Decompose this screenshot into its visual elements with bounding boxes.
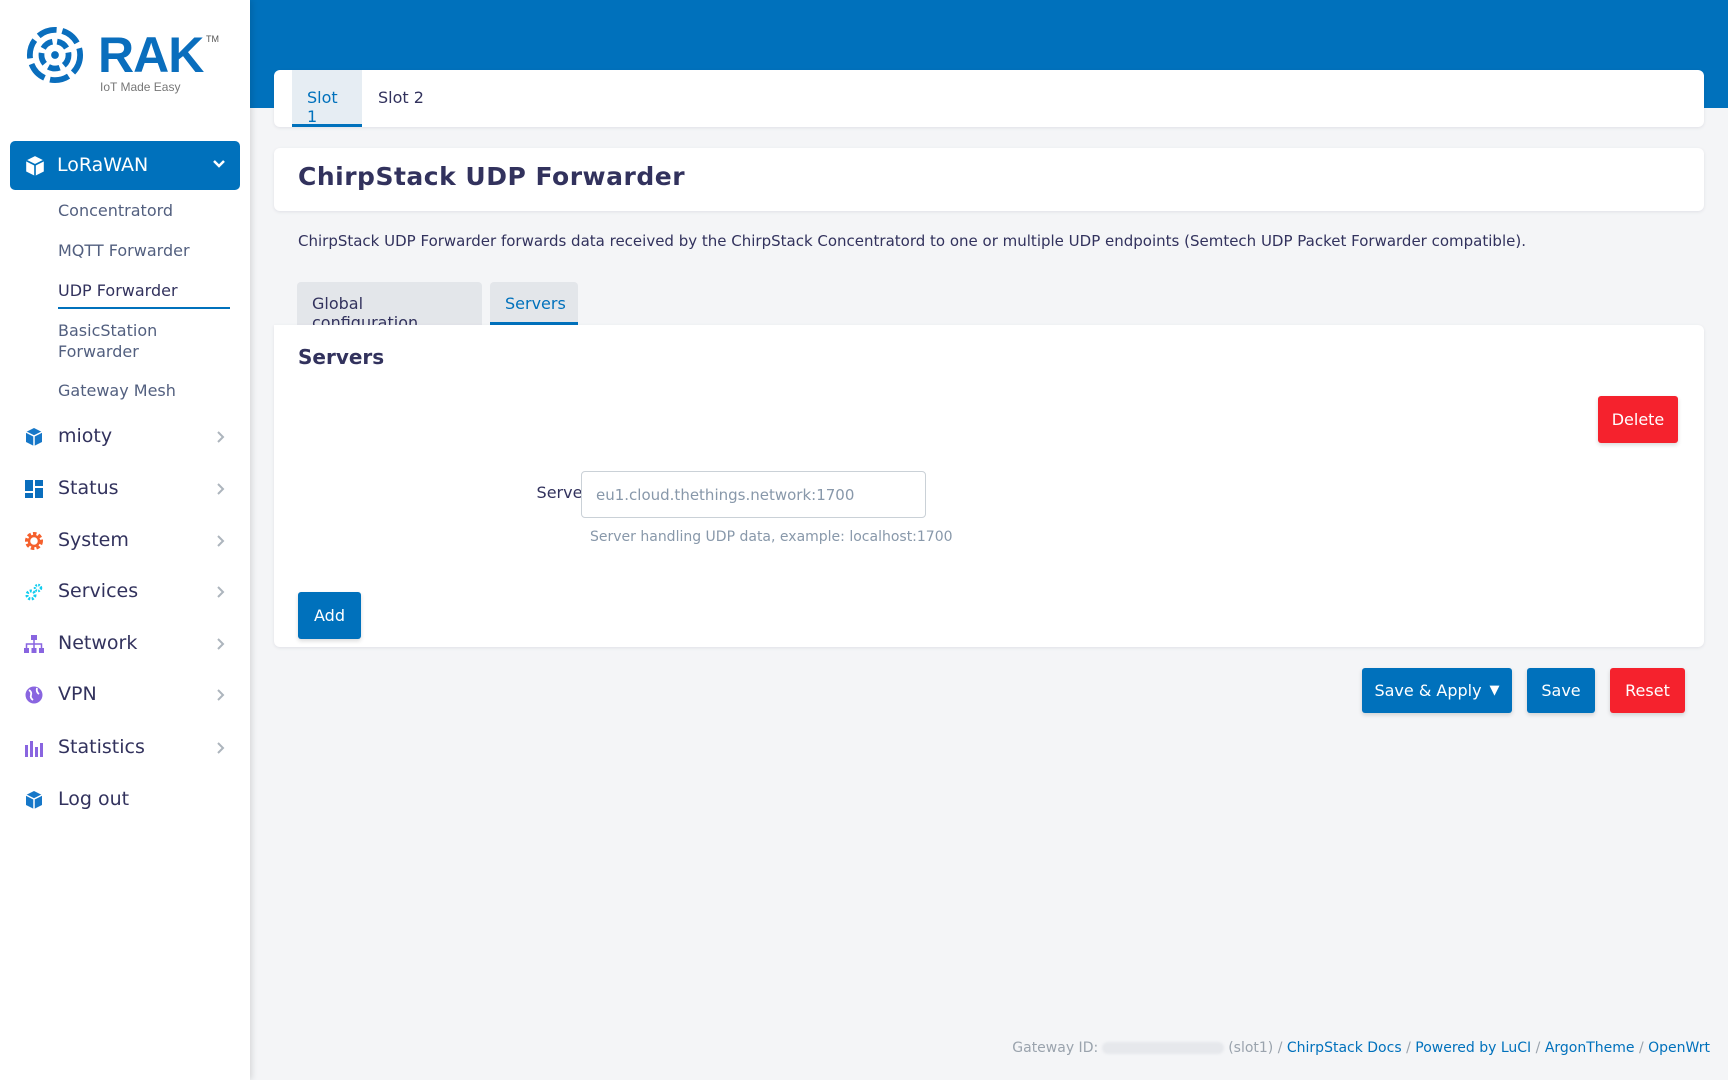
slot-suffix: (slot1) / <box>1228 1040 1283 1056</box>
sidebar-item-vpn[interactable]: VPN <box>0 675 250 715</box>
server-label: Server <box>536 483 589 502</box>
brand-tagline: IoT Made Easy <box>100 80 181 94</box>
chevron-right-icon <box>217 483 225 495</box>
sidebar-item-label: LoRaWAN <box>57 154 149 176</box>
chevron-right-icon <box>217 742 225 754</box>
save-button[interactable]: Save <box>1527 668 1595 713</box>
sidebar-item-statistics[interactable]: Statistics <box>0 728 250 768</box>
powered-by-luci-link[interactable]: Powered by LuCI <box>1415 1040 1531 1056</box>
chevron-right-icon <box>217 586 225 598</box>
sidebar-subitem-basicstation-forwarder[interactable]: BasicStation Forwarder <box>58 320 157 362</box>
footer-separator: / <box>1535 1040 1541 1056</box>
page-description: ChirpStack UDP Forwarder forwards data r… <box>298 232 1526 250</box>
gear-icon <box>25 532 43 550</box>
chevron-right-icon <box>217 535 225 547</box>
sidebar-subitem-mqtt-forwarder[interactable]: MQTT Forwarder <box>58 241 190 260</box>
sidebar-item-system[interactable]: System <box>0 521 250 561</box>
bar-chart-icon <box>25 741 43 757</box>
footer: Gateway ID: (slot1) / ChirpStack Docs / P… <box>1012 1040 1710 1056</box>
sidebar-item-label: mioty <box>58 425 113 447</box>
cube-icon <box>25 791 43 809</box>
servers-section: Servers Delete Server Server handling UD… <box>274 325 1704 647</box>
active-subitem-underline <box>58 307 230 309</box>
sidebar-subitem-udp-forwarder[interactable]: UDP Forwarder <box>58 281 178 300</box>
server-input[interactable] <box>581 471 926 518</box>
sidebar-subitem-concentratord[interactable]: Concentratord <box>58 201 173 220</box>
dashboard-icon <box>25 480 43 498</box>
chirpstack-docs-link[interactable]: ChirpStack Docs <box>1287 1040 1402 1056</box>
sitemap-icon <box>24 635 44 653</box>
sidebar-item-network[interactable]: Network <box>0 624 250 664</box>
brand-name: RAK <box>98 27 204 83</box>
sidebar-item-services[interactable]: Services <box>0 572 250 612</box>
sidebar-item-status[interactable]: Status <box>0 469 250 509</box>
delete-button[interactable]: Delete <box>1598 396 1678 443</box>
caret-down-icon: ▼ <box>1489 683 1500 698</box>
footer-separator: / <box>1638 1040 1644 1056</box>
sidebar-item-label: Statistics <box>58 736 145 758</box>
tab-slot-2[interactable]: Slot 2 <box>363 70 439 127</box>
sidebar-item-label: VPN <box>58 683 97 705</box>
chevron-down-icon <box>213 160 225 168</box>
tab-global-configuration[interactable]: Global configuration <box>297 282 482 332</box>
sidebar-item-label: Log out <box>58 788 130 810</box>
cogs-icon <box>25 583 43 601</box>
tab-slot-1[interactable]: Slot 1 <box>292 70 362 127</box>
cube-icon <box>25 428 43 446</box>
footer-separator: / <box>1406 1040 1411 1056</box>
cube-icon <box>25 156 45 176</box>
sidebar-item-lorawan[interactable]: LoRaWAN <box>10 141 240 190</box>
sidebar-item-label: Status <box>58 477 119 499</box>
sidebar-subitem-gateway-mesh[interactable]: Gateway Mesh <box>58 381 176 400</box>
openwrt-link[interactable]: OpenWrt <box>1648 1040 1710 1056</box>
slot-tabs: Slot 1 Slot 2 <box>274 70 1704 127</box>
chevron-right-icon <box>217 638 225 650</box>
save-apply-button[interactable]: Save & Apply ▼ <box>1362 668 1512 713</box>
sidebar: RAK TM IoT Made Easy LoRaWAN Concentrato… <box>0 0 250 1080</box>
gateway-id-label: Gateway ID: <box>1012 1040 1099 1056</box>
add-button[interactable]: Add <box>298 592 361 639</box>
page-title: ChirpStack UDP Forwarder <box>298 162 686 191</box>
sidebar-item-logout[interactable]: Log out <box>0 780 250 820</box>
server-help-text: Server handling UDP data, example: local… <box>590 529 953 545</box>
globe-icon <box>25 686 43 704</box>
sidebar-item-mioty[interactable]: mioty <box>0 417 250 457</box>
rak-logo[interactable]: RAK TM IoT Made Easy <box>26 26 226 96</box>
reset-button[interactable]: Reset <box>1610 668 1685 713</box>
brand-trademark: TM <box>206 34 219 44</box>
gateway-id-redacted <box>1102 1042 1225 1054</box>
chevron-right-icon <box>217 689 225 701</box>
save-apply-label: Save & Apply <box>1374 681 1482 700</box>
page-title-card: ChirpStack UDP Forwarder <box>274 148 1704 211</box>
section-title: Servers <box>298 345 385 369</box>
argon-theme-link[interactable]: ArgonTheme <box>1545 1040 1635 1056</box>
sidebar-item-label: Network <box>58 632 138 654</box>
tab-servers[interactable]: Servers <box>490 282 578 325</box>
sidebar-item-label: Services <box>58 580 139 602</box>
rak-logo-mark-icon <box>26 26 84 84</box>
chevron-right-icon <box>217 431 225 443</box>
sidebar-item-label: System <box>58 529 129 551</box>
